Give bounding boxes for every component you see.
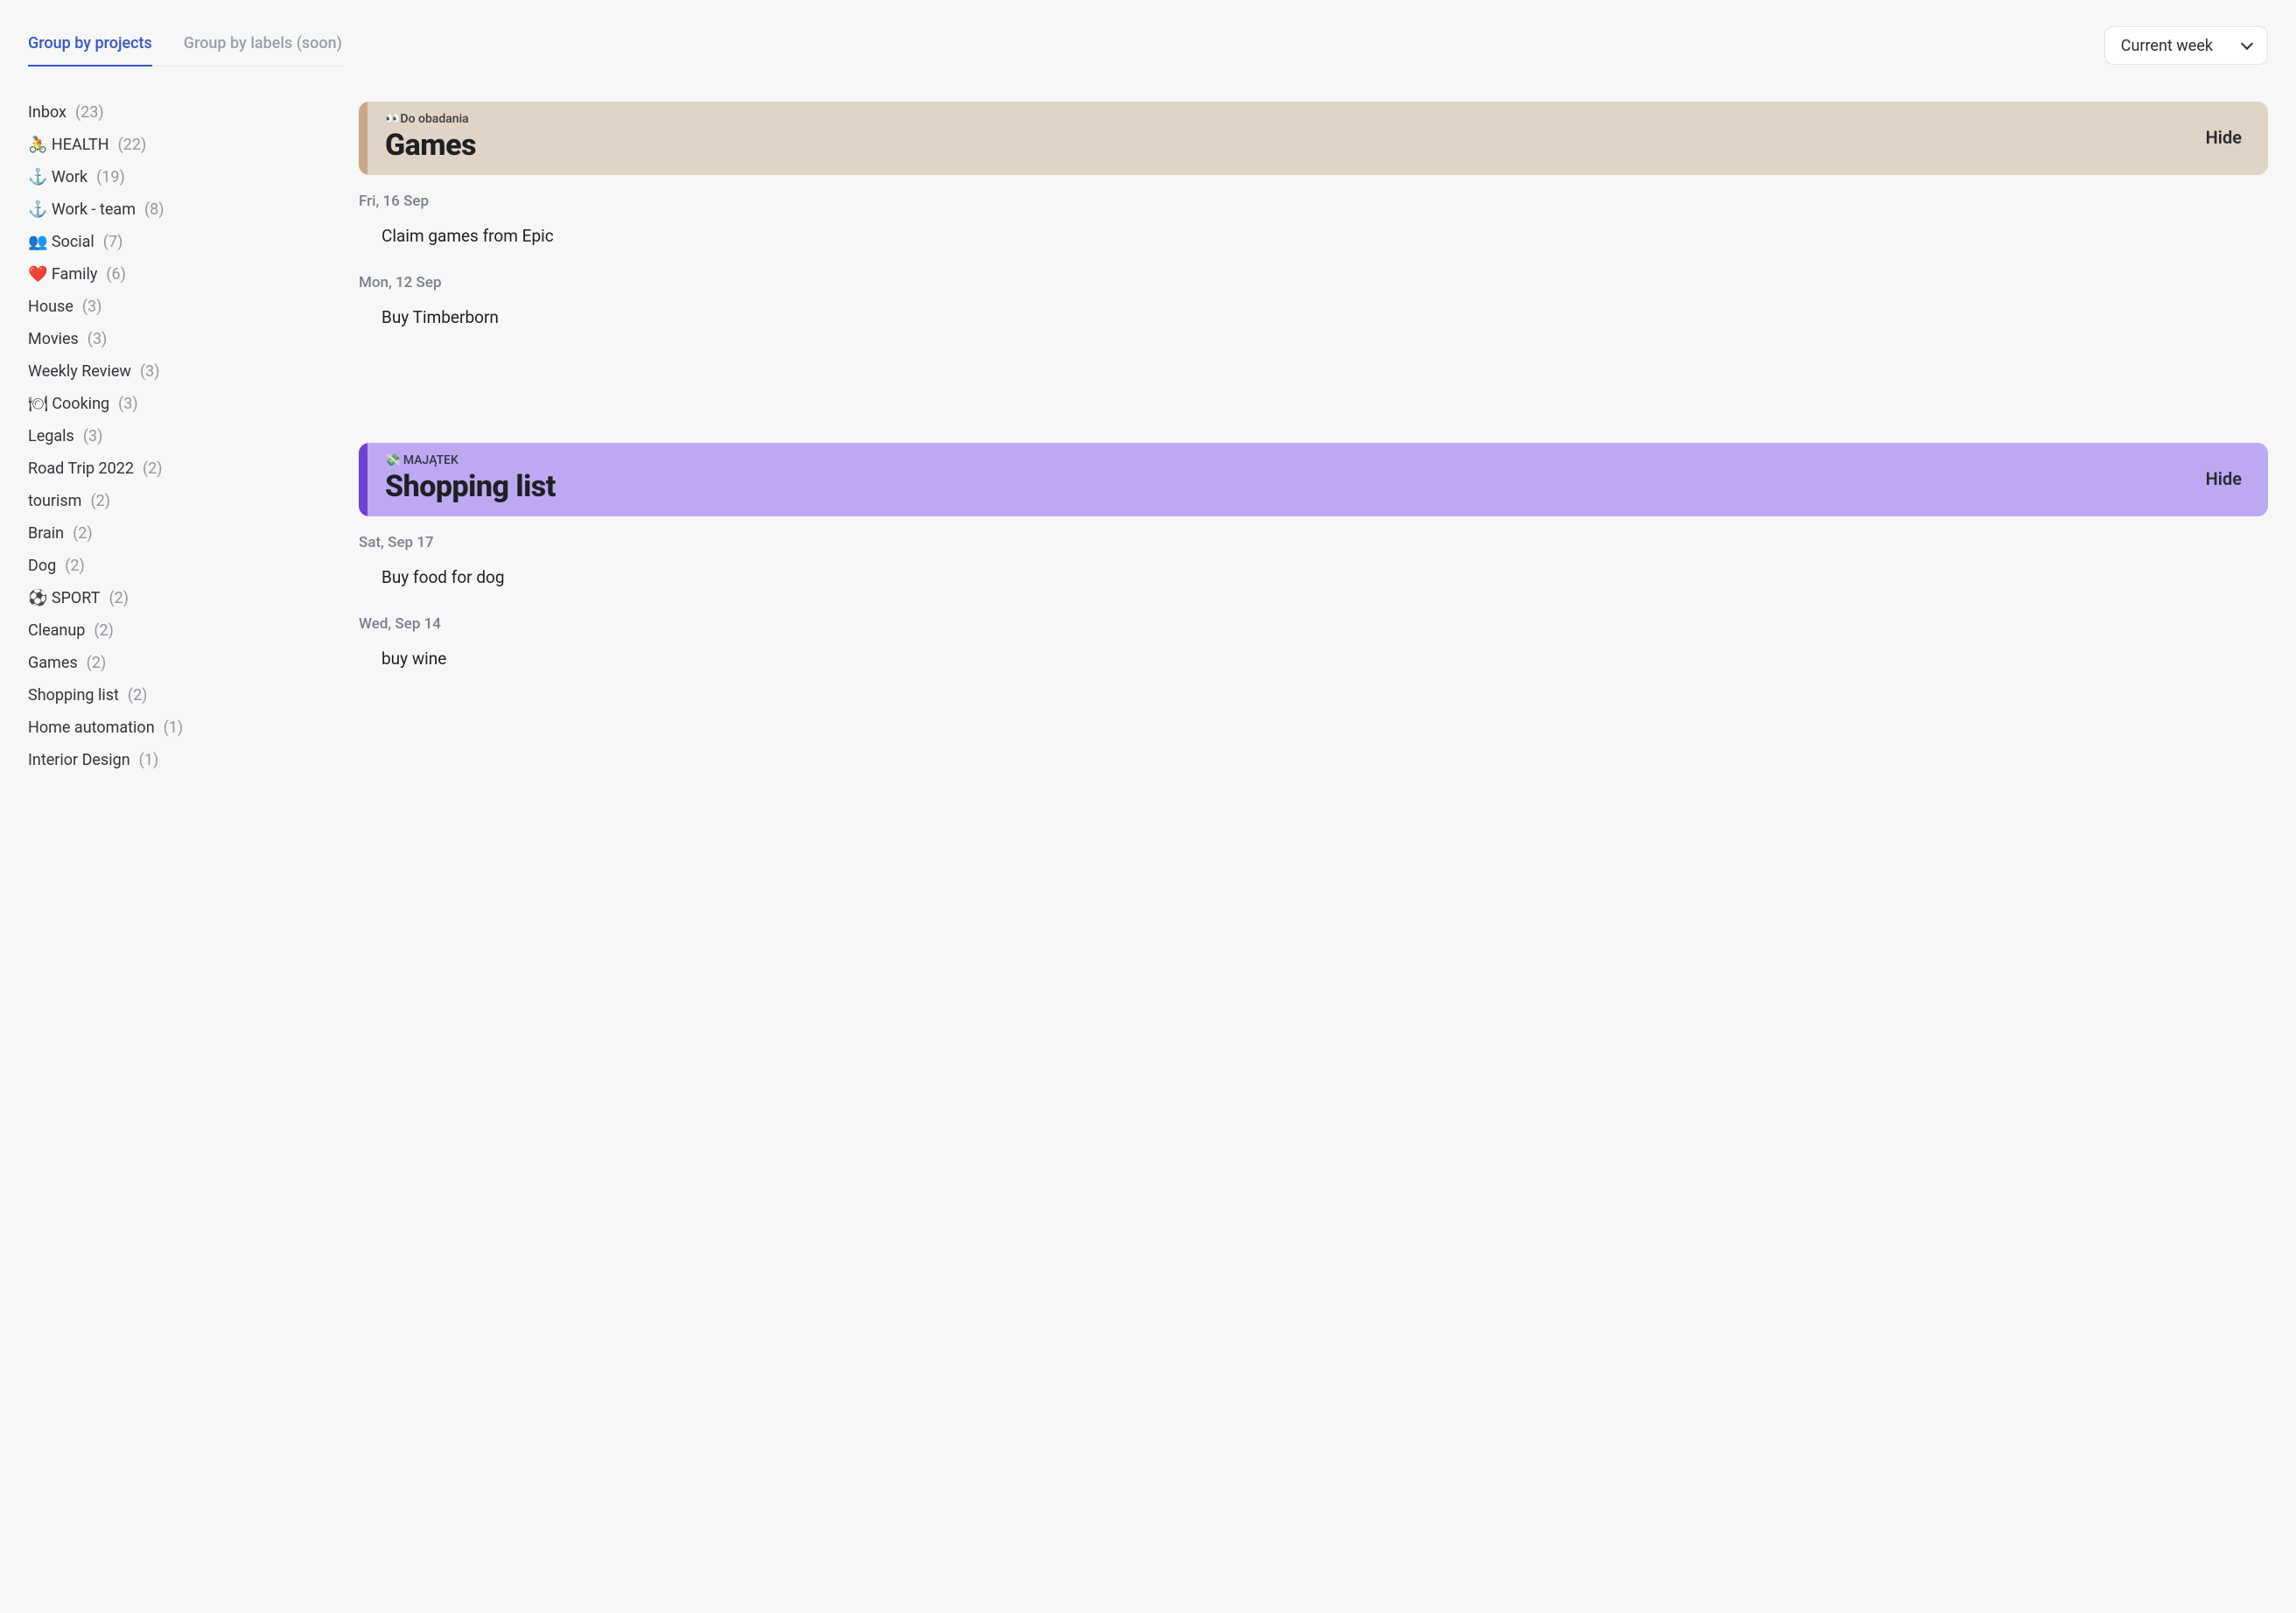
sidebar-item[interactable]: 🚴 HEALTH (22) bbox=[28, 134, 317, 156]
sidebar-item-label: 👥 Social bbox=[28, 233, 94, 251]
sidebar-item-label: Dog bbox=[28, 557, 56, 575]
sidebar-item-count: (2) bbox=[94, 621, 114, 640]
sidebar-item-label: Home automation bbox=[28, 719, 155, 737]
sidebar-item-label: Games bbox=[28, 654, 78, 672]
sidebar-item[interactable]: Weekly Review (3) bbox=[28, 361, 317, 382]
tab-group-by-labels[interactable]: Group by labels (soon) bbox=[184, 25, 342, 67]
group-parent-label: 💸 MAJĄTEK bbox=[385, 453, 2206, 467]
group-color-stripe bbox=[359, 102, 368, 175]
sidebar-item-count: (2) bbox=[65, 557, 85, 575]
sidebar-item-label: Interior Design bbox=[28, 751, 130, 769]
sidebar-item-count: (2) bbox=[108, 589, 129, 607]
sidebar-item-count: (2) bbox=[90, 492, 110, 510]
date-label: Mon, 12 Sep bbox=[359, 274, 2268, 291]
group-header: 💸 MAJĄTEK Shopping listHide bbox=[359, 443, 2268, 516]
group-color-stripe bbox=[359, 443, 368, 516]
sidebar-item[interactable]: Road Trip 2022 (2) bbox=[28, 458, 317, 480]
sidebar-item-count: (22) bbox=[118, 136, 147, 154]
sidebar-item[interactable]: ⚽ SPORT (2) bbox=[28, 587, 317, 609]
main-content: 👀Do obadaniaGamesHideFri, 16 SepClaim ga… bbox=[359, 102, 2268, 697]
sidebar-item[interactable]: House (3) bbox=[28, 296, 317, 318]
sidebar-item[interactable]: 👥 Social (7) bbox=[28, 231, 317, 253]
sidebar-item-count: (3) bbox=[82, 298, 102, 316]
hide-button[interactable]: Hide bbox=[2206, 468, 2242, 489]
tabs-bar: Group by projects Group by labels (soon) bbox=[28, 25, 342, 67]
sidebar-item-label: Shopping list bbox=[28, 686, 119, 705]
sidebar-item[interactable]: ⚓ Work (19) bbox=[28, 166, 317, 188]
sidebar-item[interactable]: ⚓ Work - team (8) bbox=[28, 199, 317, 221]
sidebar-item-count: (3) bbox=[118, 395, 138, 413]
sidebar-item-label: ⚽ SPORT bbox=[28, 589, 100, 607]
sidebar-item[interactable]: Games (2) bbox=[28, 652, 317, 674]
sidebar-item-count: (2) bbox=[73, 524, 93, 543]
hide-button[interactable]: Hide bbox=[2206, 127, 2242, 148]
period-select-value: Current week bbox=[2121, 37, 2213, 55]
sidebar-item[interactable]: Cleanup (2) bbox=[28, 620, 317, 642]
sidebar-item[interactable]: ❤️ Family (6) bbox=[28, 263, 317, 285]
sidebar-item-label: Movies bbox=[28, 330, 79, 348]
sidebar-item-count: (1) bbox=[139, 751, 159, 769]
sidebar-item[interactable]: Inbox (23) bbox=[28, 102, 317, 123]
sidebar-item[interactable]: Legals (3) bbox=[28, 425, 317, 447]
sidebar-item[interactable]: Interior Design (1) bbox=[28, 749, 317, 771]
sidebar-item-label: 🚴 HEALTH bbox=[28, 136, 109, 154]
sidebar-item[interactable]: Movies (3) bbox=[28, 328, 317, 350]
chevron-down-icon bbox=[2241, 38, 2253, 50]
sidebar-item-count: (23) bbox=[75, 103, 104, 122]
sidebar-item-count: (3) bbox=[83, 427, 103, 445]
sidebar-item-count: (1) bbox=[164, 719, 184, 737]
sidebar-item-label: 🍽 Cooking bbox=[28, 395, 109, 413]
date-label: Sat, Sep 17 bbox=[359, 534, 2268, 551]
sidebar-item-label: Road Trip 2022 bbox=[28, 459, 134, 478]
group-title: Games bbox=[385, 128, 2206, 163]
sidebar-item-count: (3) bbox=[140, 362, 160, 381]
sidebar-item-count: (2) bbox=[143, 459, 163, 478]
tab-group-by-projects[interactable]: Group by projects bbox=[28, 25, 152, 67]
sidebar-item[interactable]: Home automation (1) bbox=[28, 717, 317, 739]
sidebar-item-count: (19) bbox=[96, 168, 125, 186]
date-label: Fri, 16 Sep bbox=[359, 193, 2268, 210]
sidebar-item-label: Cleanup bbox=[28, 621, 85, 640]
group-title: Shopping list bbox=[385, 469, 2206, 504]
sidebar-item-count: (2) bbox=[87, 654, 107, 672]
task-item[interactable]: Buy food for dog bbox=[359, 567, 2268, 587]
period-select[interactable]: Current week bbox=[2104, 26, 2268, 65]
group-header: 👀Do obadania GamesHide bbox=[359, 102, 2268, 175]
sidebar-item-label: ⚓ Work - team bbox=[28, 200, 136, 219]
sidebar-item[interactable]: Brain (2) bbox=[28, 522, 317, 544]
sidebar-item-label: tourism bbox=[28, 492, 81, 510]
sidebar-item-count: (8) bbox=[144, 200, 164, 219]
sidebar-item-count: (6) bbox=[106, 265, 126, 284]
sidebar-item-count: (3) bbox=[88, 330, 108, 348]
sidebar-item-label: ❤️ Family bbox=[28, 265, 97, 284]
sidebar-item-label: ⚓ Work bbox=[28, 168, 88, 186]
sidebar: Inbox (23) 🚴 HEALTH (22) ⚓ Work (19) ⚓ Work - … bbox=[28, 102, 317, 771]
sidebar-item[interactable]: Shopping list (2) bbox=[28, 684, 317, 706]
group-parent-label: 👀Do obadania bbox=[385, 112, 2206, 126]
date-label: Wed, Sep 14 bbox=[359, 615, 2268, 633]
sidebar-item-label: Weekly Review bbox=[28, 362, 131, 381]
sidebar-item-count: (2) bbox=[128, 686, 148, 705]
sidebar-item-label: House bbox=[28, 298, 74, 316]
task-item[interactable]: Claim games from Epic bbox=[359, 226, 2268, 246]
sidebar-item-label: Brain bbox=[28, 524, 64, 543]
task-item[interactable]: buy wine bbox=[359, 649, 2268, 669]
sidebar-item-label: Inbox bbox=[28, 103, 66, 122]
sidebar-item-count: (7) bbox=[103, 233, 123, 251]
sidebar-item-label: Legals bbox=[28, 427, 74, 445]
sidebar-item[interactable]: Dog (2) bbox=[28, 555, 317, 577]
sidebar-item[interactable]: 🍽 Cooking (3) bbox=[28, 393, 317, 415]
sidebar-item[interactable]: tourism (2) bbox=[28, 490, 317, 512]
task-item[interactable]: Buy Timberborn bbox=[359, 307, 2268, 327]
